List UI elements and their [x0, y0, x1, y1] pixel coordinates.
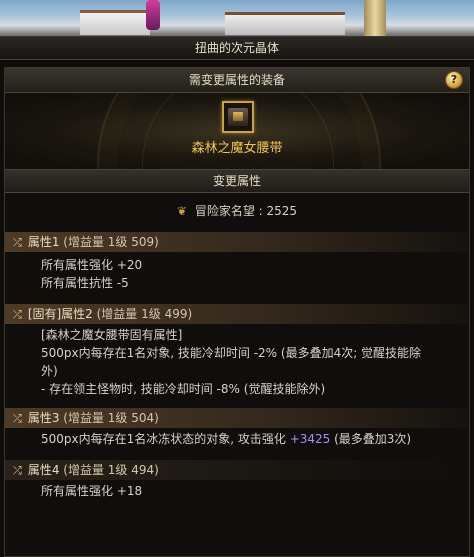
- help-icon[interactable]: ?: [445, 71, 463, 89]
- attribute-line: 500px内每存在1名对象, 技能冷却时间 -2% (最多叠加4次; 觉醒技能除…: [41, 346, 422, 378]
- scene-pillar: [364, 0, 386, 36]
- window-title[interactable]: 扭曲的次元晶体: [0, 37, 474, 60]
- scene-building: [225, 12, 345, 35]
- attribute-title: 属性3: [27, 411, 60, 425]
- adventurer-fame: ❦ 冒险家名望 : 2525: [5, 193, 469, 228]
- attribute-header-3[interactable]: ⤮ 属性3 (增益量 1级 504): [5, 408, 469, 428]
- attribute-title: [固有]属性2: [27, 307, 93, 321]
- scene-building: [80, 10, 150, 35]
- attribute-meta: (增益量 1级 494): [59, 463, 159, 477]
- highlight-value: +3425: [289, 432, 331, 446]
- shuffle-icon: ⤮: [13, 412, 22, 425]
- attribute-header-4[interactable]: ⤮ 属性4 (增益量 1级 494): [5, 460, 469, 480]
- attribute-line: [森林之魔女腰带固有属性]: [41, 328, 183, 342]
- equip-section-header: 需变更属性的装备 ?: [5, 68, 469, 93]
- laurel-icon: ❦: [176, 204, 187, 218]
- attribute-block-3: ⤮ 属性3 (增益量 1级 504) 500px内每存在1名冰冻状态的对象, 攻击…: [5, 408, 469, 448]
- belt-buckle: [233, 112, 243, 121]
- item-name: 森林之魔女腰带: [191, 141, 283, 156]
- equip-section-title: 需变更属性的装备: [188, 73, 285, 87]
- attribute-line: 所有属性强化 +18: [41, 484, 143, 498]
- attribute-block-2: ⤮ [固有]属性2 (增益量 1级 499) [森林之魔女腰带固有属性] 500p…: [5, 304, 469, 398]
- shuffle-icon: ⤮: [13, 464, 22, 477]
- fame-label: 冒险家名望 : 2525: [194, 204, 298, 218]
- attribute-header-2[interactable]: ⤮ [固有]属性2 (增益量 1级 499): [5, 304, 469, 324]
- shuffle-icon: ⤮: [13, 308, 22, 321]
- attribute-header-1[interactable]: ⤮ 属性1 (增益量 1级 509): [5, 232, 469, 252]
- equipment-slot[interactable]: [222, 101, 254, 133]
- line-text: 500px内每存在1名冰冻状态的对象, 攻击强化: [41, 432, 290, 446]
- attribute-block-4: ⤮ 属性4 (增益量 1级 494) 所有属性强化 +18: [5, 460, 469, 500]
- change-section-header: 变更属性: [5, 169, 469, 193]
- attribute-block-1: ⤮ 属性1 (增益量 1级 509) 所有属性强化 +20 所有属性抗性 -5: [5, 232, 469, 292]
- attribute-line: - 存在领主怪物时, 技能冷却时间 -8% (觉醒技能除外): [41, 382, 326, 396]
- attribute-title: 属性4: [27, 463, 60, 477]
- equip-area: 森林之魔女腰带: [5, 93, 469, 169]
- game-scene-background: [0, 0, 474, 36]
- shuffle-icon: ⤮: [13, 236, 22, 249]
- attribute-line: 所有属性抗性 -5: [41, 276, 129, 290]
- attribute-meta: (增益量 1级 504): [59, 411, 159, 425]
- attribute-line: 所有属性强化 +20: [41, 258, 143, 272]
- attribute-meta: (增益量 1级 499): [92, 307, 193, 321]
- attribute-title: 属性1: [27, 235, 60, 249]
- attribute-line: 500px内每存在1名冰冻状态的对象, 攻击强化 +3425 (最多叠加3次): [5, 430, 469, 448]
- crystal-panel: 需变更属性的装备 ? 森林之魔女腰带 变更属性 ❦ 冒险家名望 : 2525 ⤮…: [4, 67, 470, 557]
- scene-character: [146, 0, 160, 30]
- dimension-crystal-window: 扭曲的次元晶体 需变更属性的装备 ? 森林之魔女腰带 变更属性 ❦ 冒险家名望 …: [0, 36, 474, 557]
- line-text: (最多叠加3次): [330, 432, 412, 446]
- attribute-meta: (增益量 1级 509): [59, 235, 159, 249]
